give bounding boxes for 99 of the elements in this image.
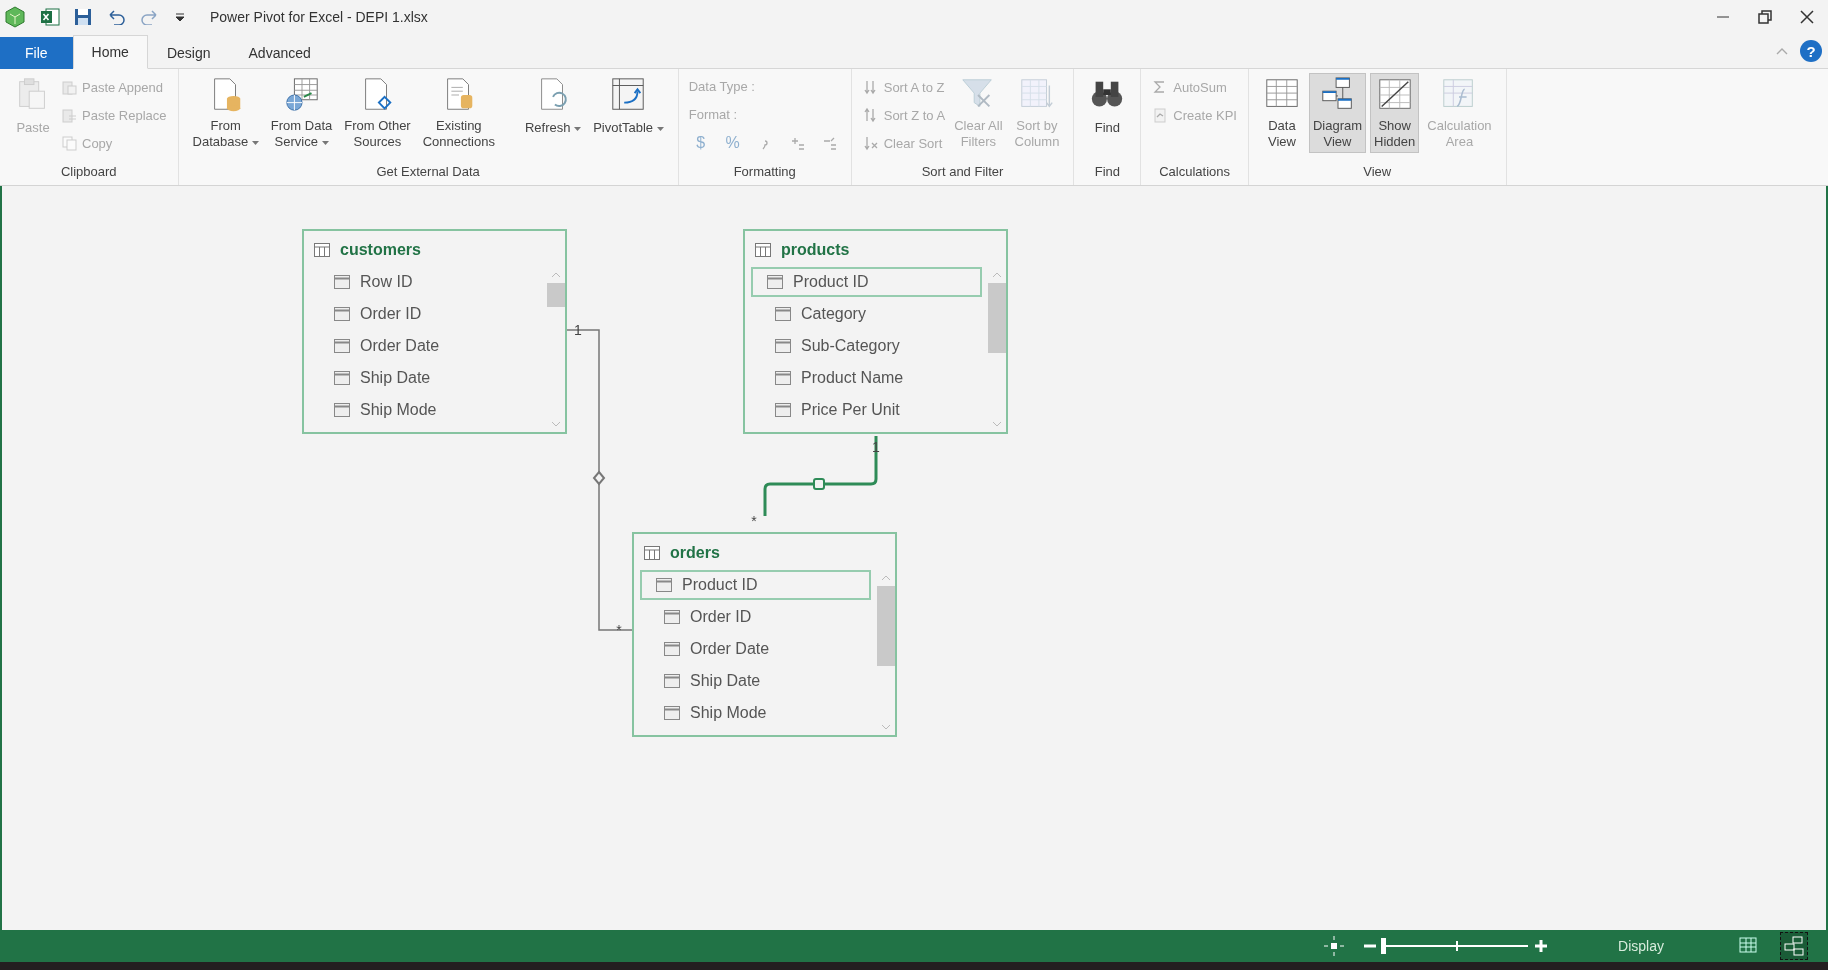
column-icon [334, 307, 350, 321]
excel-icon[interactable] [40, 7, 60, 27]
fit-to-screen-icon[interactable] [1323, 935, 1346, 957]
ribbon-button[interactable]: From Data Service [266, 73, 337, 153]
column-icon [767, 275, 783, 289]
table-card[interactable]: products Product ID Category Sub-Category Product Name Price Per Unit [743, 229, 1008, 434]
diagram-view-button[interactable] [1780, 932, 1808, 960]
window-title: Power Pivot for Excel - DEPI 1.xlsx [210, 9, 428, 25]
column-item[interactable]: Order ID [640, 602, 871, 632]
cardinality-label: 1 [574, 322, 582, 338]
scroll-thumb[interactable] [547, 283, 565, 307]
ribbon-tab[interactable]: Design [147, 36, 230, 69]
scroll-thumb[interactable] [988, 283, 1006, 353]
column-item[interactable]: Category [751, 299, 982, 329]
scroll-thumb[interactable] [877, 586, 895, 666]
ribbon-button[interactable]: Existing Connections [418, 73, 499, 153]
cardinality-label: * [616, 622, 622, 638]
table-icon [755, 243, 771, 257]
format-label: Format : [688, 106, 739, 124]
zoom-slider[interactable] [1383, 936, 1529, 956]
column-item[interactable]: Product ID [751, 267, 982, 297]
scroll-up-icon[interactable] [550, 271, 562, 279]
column-icon [775, 371, 791, 385]
table-name: products [781, 241, 850, 259]
scroll-up-icon[interactable] [880, 574, 892, 582]
column-icon [664, 610, 680, 624]
scroll-down-icon[interactable] [550, 420, 562, 428]
diagram-icon [1783, 935, 1805, 957]
group-label: Calculations [1158, 164, 1232, 181]
ribbon-button[interactable]: From Other Sources [340, 73, 415, 153]
ribbon-button[interactable]: Diagram View [1308, 73, 1367, 153]
ribbon-tab[interactable]: Home [72, 35, 148, 69]
ribbon-tab[interactable]: Advanced [229, 36, 330, 69]
redo-icon[interactable] [140, 9, 160, 25]
column-item[interactable]: Ship Mode [310, 395, 541, 425]
scroll-down-icon[interactable] [991, 420, 1003, 428]
clear-sort-icon [862, 135, 879, 151]
column-icon [775, 307, 791, 321]
table-name: customers [340, 241, 421, 259]
column-item[interactable]: Sub-Category [751, 331, 982, 361]
collapse-ribbon-icon[interactable] [1776, 47, 1788, 55]
group-label: View [1362, 164, 1393, 181]
column-item[interactable]: Product ID [640, 570, 871, 600]
column-icon [664, 706, 680, 720]
ribbon-button[interactable]: Find [1084, 73, 1131, 153]
column-item[interactable]: Ship Mode [640, 698, 871, 728]
column-icon [775, 403, 791, 417]
copy-icon [61, 135, 77, 151]
scroll-up-icon[interactable] [991, 271, 1003, 279]
table-card[interactable]: customers Row ID Order ID Order Date Ship Date Ship Mode [302, 229, 567, 434]
column-item[interactable]: Row ID [310, 267, 541, 297]
column-icon [656, 578, 672, 592]
undo-icon[interactable] [106, 9, 126, 25]
ribbon-button[interactable]: Refresh [521, 73, 586, 153]
table-card[interactable]: orders Product ID Order ID Order Date Ship Date Ship Mode [632, 532, 897, 737]
ribbon-button[interactable]: From Database [188, 73, 263, 153]
column-icon [334, 403, 350, 417]
column-item[interactable]: Ship Date [640, 666, 871, 696]
table-icon [314, 243, 330, 257]
ribbon-button[interactable]: Show Hidden [1370, 73, 1420, 153]
group-label: Find [1093, 164, 1121, 181]
restore-icon[interactable] [1758, 10, 1772, 24]
ribbon-button[interactable]: PivotTable [589, 73, 668, 153]
column-icon [334, 275, 350, 289]
close-icon[interactable] [1800, 10, 1814, 24]
zoom-in-icon[interactable] [1534, 939, 1549, 953]
group-label: Sort and Filter [920, 164, 1005, 181]
column-item[interactable]: Order Date [310, 331, 541, 361]
column-icon [334, 371, 350, 385]
display-label: Display [1618, 938, 1664, 954]
column-icon [664, 642, 680, 656]
column-item[interactable]: Order ID [310, 299, 541, 329]
group-label: Clipboard [59, 164, 118, 181]
kpi-icon [1152, 107, 1169, 123]
column-icon [664, 674, 680, 688]
file-tab[interactable]: File [0, 37, 73, 69]
column-item[interactable]: Ship Date [310, 363, 541, 393]
paste-replace-icon [61, 107, 77, 123]
column-icon [334, 339, 350, 353]
customize-icon[interactable] [174, 11, 186, 23]
save-icon[interactable] [74, 8, 92, 26]
help-button[interactable]: ? [1800, 40, 1822, 62]
paste-append-icon [61, 79, 77, 95]
cardinality-label: * [751, 513, 757, 529]
slider-thumb[interactable] [1381, 938, 1387, 954]
column-item[interactable]: Price Per Unit [751, 395, 982, 425]
scroll-down-icon[interactable] [880, 723, 892, 731]
column-icon [775, 339, 791, 353]
group-label: Get External Data [375, 164, 481, 181]
column-item[interactable]: Product Name [751, 363, 982, 393]
format-label: Data Type : [688, 78, 756, 96]
ribbon-button[interactable]: Data View [1258, 73, 1305, 153]
table-icon [644, 546, 660, 560]
app-icon[interactable] [4, 6, 26, 28]
cardinality-label: 1 [872, 439, 880, 455]
group-label: Formatting [732, 164, 797, 181]
table-name: orders [670, 544, 720, 562]
column-item[interactable]: Order Date [640, 634, 871, 664]
relationship-line[interactable] [763, 436, 878, 516]
